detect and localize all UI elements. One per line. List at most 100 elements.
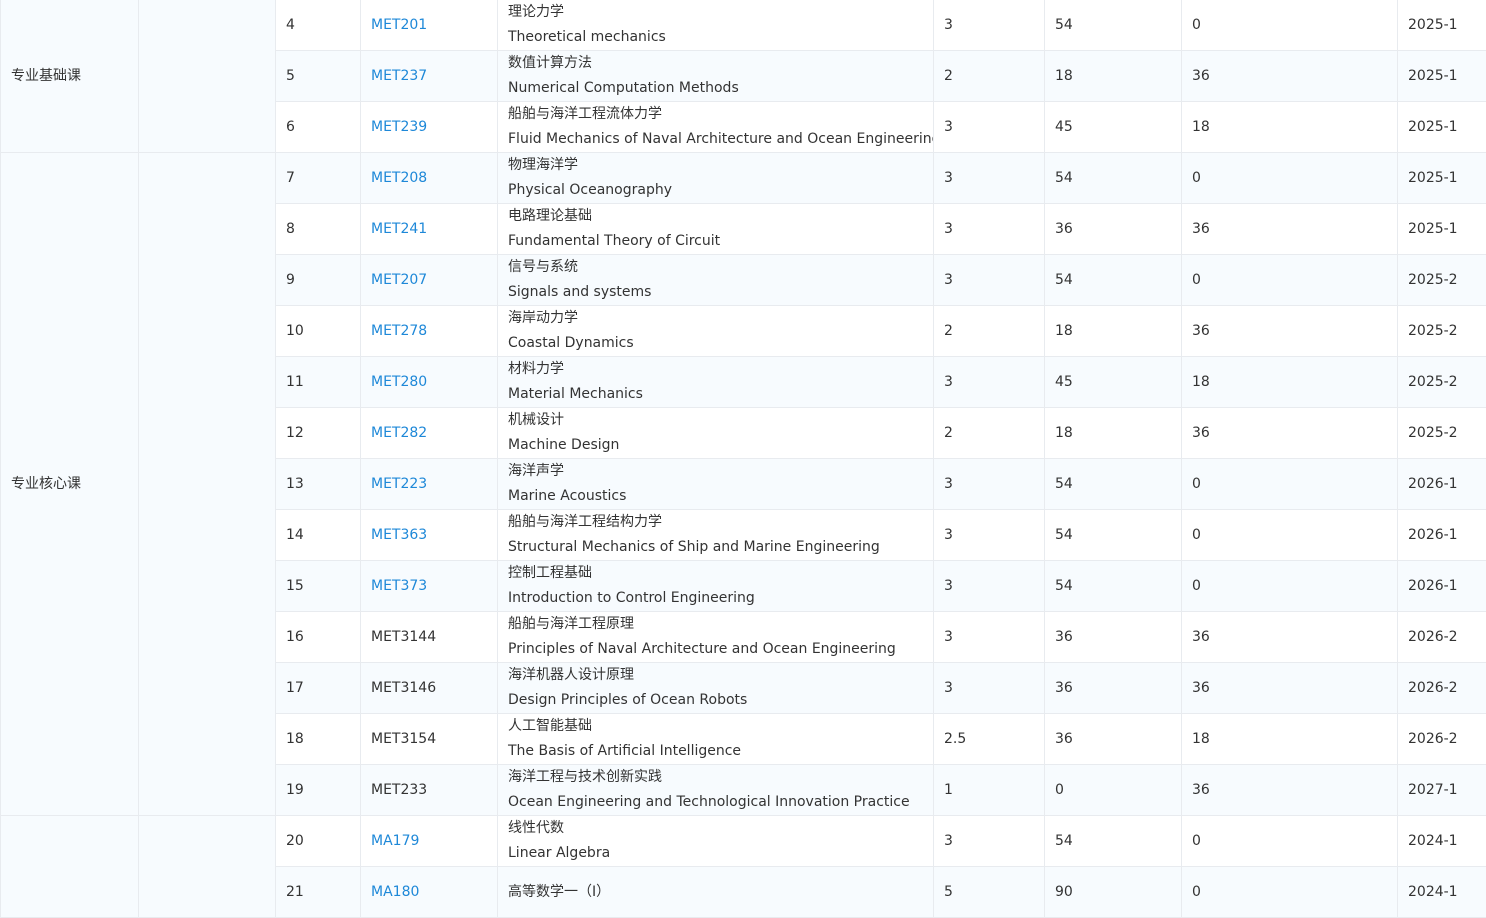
- course-code-link[interactable]: MET201: [371, 17, 427, 33]
- course-name-zh: 电路理论基础: [508, 204, 923, 229]
- course-code-cell: MET3144: [361, 612, 498, 663]
- course-code-link[interactable]: MET223: [371, 476, 427, 492]
- course-number: 20: [276, 816, 361, 867]
- course-table-body: 专业基础课4MET201理论力学Theoretical mechanics354…: [1, 0, 1486, 918]
- course-code-cell: MET233: [361, 765, 498, 816]
- course-name-zh: 船舶与海洋工程流体力学: [508, 102, 923, 127]
- course-hours-practice: 18: [1182, 714, 1398, 765]
- course-name-cell: 材料力学Material Mechanics: [498, 357, 934, 408]
- course-term: 2025-1: [1398, 102, 1486, 153]
- category-label: 专业基础课: [11, 68, 81, 84]
- course-name-en: Ocean Engineering and Technological Inno…: [508, 790, 923, 815]
- course-hours-theory: 54: [1045, 510, 1182, 561]
- subcategory-cell: [139, 0, 276, 153]
- course-name-cell: 海洋机器人设计原理Design Principles of Ocean Robo…: [498, 663, 934, 714]
- course-code-link[interactable]: MET280: [371, 374, 427, 390]
- course-name-en: Fluid Mechanics of Naval Architecture an…: [508, 127, 923, 152]
- course-hours-theory: 54: [1045, 459, 1182, 510]
- course-code-link[interactable]: MET239: [371, 119, 427, 135]
- course-code-link[interactable]: MET207: [371, 272, 427, 288]
- course-name-en: Design Principles of Ocean Robots: [508, 688, 923, 713]
- course-name-cell: 海洋工程与技术创新实践Ocean Engineering and Technol…: [498, 765, 934, 816]
- course-name-zh: 线性代数: [508, 816, 923, 841]
- subcategory-cell: [139, 816, 276, 918]
- course-name-cell: 物理海洋学Physical Oceanography: [498, 153, 934, 204]
- course-name-zh: 海洋声学: [508, 459, 923, 484]
- course-term: 2025-1: [1398, 0, 1486, 51]
- course-hours-practice: 0: [1182, 816, 1398, 867]
- course-code-link[interactable]: MET282: [371, 425, 427, 441]
- course-code-link[interactable]: MET278: [371, 323, 427, 339]
- course-name-cell: 数值计算方法Numerical Computation Methods: [498, 51, 934, 102]
- course-code-link[interactable]: MET373: [371, 578, 427, 594]
- course-code-cell: MET278: [361, 306, 498, 357]
- course-code-link[interactable]: MET241: [371, 221, 427, 237]
- category-cell: 专业基础课: [1, 0, 139, 153]
- course-name-en: Machine Design: [508, 433, 923, 458]
- course-hours-theory: 0: [1045, 765, 1182, 816]
- course-credits: 2: [934, 306, 1045, 357]
- course-name-en: The Basis of Artificial Intelligence: [508, 739, 923, 764]
- course-term: 2026-2: [1398, 663, 1486, 714]
- course-name-cell: 海岸动力学Coastal Dynamics: [498, 306, 934, 357]
- course-hours-theory: 54: [1045, 561, 1182, 612]
- course-row: 专业核心课7MET208物理海洋学Physical Oceanography35…: [1, 153, 1486, 204]
- course-credits: 3: [934, 255, 1045, 306]
- course-hours-practice: 36: [1182, 204, 1398, 255]
- course-name-en: Fundamental Theory of Circuit: [508, 229, 923, 254]
- course-term: 2026-1: [1398, 561, 1486, 612]
- course-hours-practice: 0: [1182, 867, 1398, 918]
- course-term: 2027-1: [1398, 765, 1486, 816]
- course-code-cell: MET237: [361, 51, 498, 102]
- course-code-link[interactable]: MET208: [371, 170, 427, 186]
- course-hours-practice: 0: [1182, 561, 1398, 612]
- course-name-en: Structural Mechanics of Ship and Marine …: [508, 535, 923, 560]
- course-hours-theory: 18: [1045, 51, 1182, 102]
- course-hours-theory: 36: [1045, 612, 1182, 663]
- course-hours-theory: 54: [1045, 0, 1182, 51]
- course-name-cell: 电路理论基础Fundamental Theory of Circuit: [498, 204, 934, 255]
- course-code-link[interactable]: MET363: [371, 527, 427, 543]
- course-credits: 2: [934, 408, 1045, 459]
- course-term: 2025-1: [1398, 51, 1486, 102]
- course-credits: 2: [934, 51, 1045, 102]
- course-hours-practice: 0: [1182, 510, 1398, 561]
- course-credits: 3: [934, 153, 1045, 204]
- course-term: 2025-2: [1398, 306, 1486, 357]
- course-hours-theory: 36: [1045, 204, 1182, 255]
- course-term: 2024-1: [1398, 867, 1486, 918]
- course-name-zh: 海洋机器人设计原理: [508, 663, 923, 688]
- course-term: 2026-1: [1398, 510, 1486, 561]
- course-name-zh: 物理海洋学: [508, 153, 923, 178]
- course-term: 2025-2: [1398, 255, 1486, 306]
- course-term: 2025-2: [1398, 408, 1486, 459]
- course-code-link[interactable]: MA180: [371, 884, 419, 900]
- course-name-zh: 材料力学: [508, 357, 923, 382]
- course-hours-practice: 36: [1182, 408, 1398, 459]
- course-name-cell: 船舶与海洋工程原理Principles of Naval Architectur…: [498, 612, 934, 663]
- course-name-en: Principles of Naval Architecture and Oce…: [508, 637, 923, 662]
- course-credits: 3: [934, 102, 1045, 153]
- course-credits: 3: [934, 459, 1045, 510]
- course-name-cell: 信号与系统Signals and systems: [498, 255, 934, 306]
- course-number: 8: [276, 204, 361, 255]
- course-name-en: Theoretical mechanics: [508, 25, 923, 50]
- course-code-cell: MA180: [361, 867, 498, 918]
- course-name-en: Coastal Dynamics: [508, 331, 923, 356]
- category-cell: [1, 816, 139, 918]
- course-number: 7: [276, 153, 361, 204]
- course-code-link[interactable]: MET237: [371, 68, 427, 84]
- course-hours-theory: 45: [1045, 102, 1182, 153]
- course-name-en: Introduction to Control Engineering: [508, 586, 923, 611]
- course-term: 2025-1: [1398, 204, 1486, 255]
- course-name-zh: 数值计算方法: [508, 51, 923, 76]
- course-hours-practice: 36: [1182, 663, 1398, 714]
- course-name-zh: 信号与系统: [508, 255, 923, 280]
- course-name-en: Signals and systems: [508, 280, 923, 305]
- course-hours-theory: 54: [1045, 255, 1182, 306]
- course-number: 4: [276, 0, 361, 51]
- course-hours-practice: 36: [1182, 306, 1398, 357]
- course-code-link[interactable]: MA179: [371, 833, 419, 849]
- course-code: MET3144: [371, 629, 436, 645]
- course-code: MET233: [371, 782, 427, 798]
